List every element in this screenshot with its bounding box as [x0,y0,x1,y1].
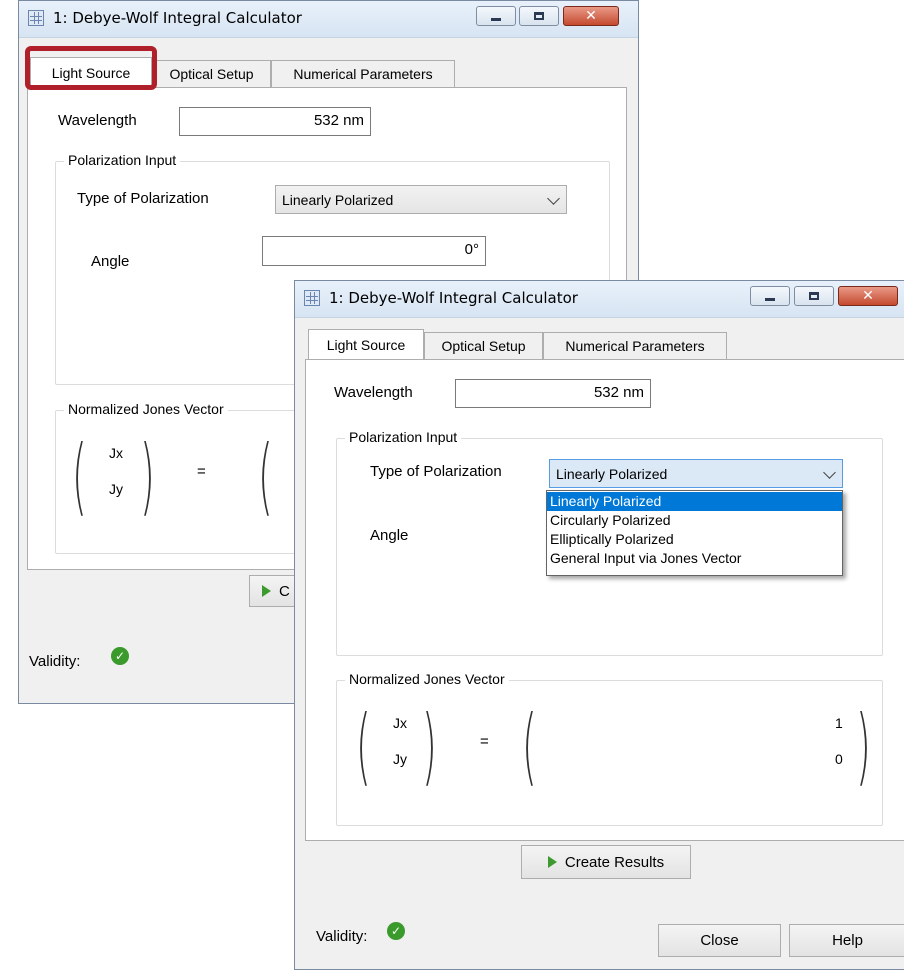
check-circle-icon: ✓ [111,647,129,665]
polarization-type-label: Type of Polarization [370,463,502,480]
maximize-button[interactable] [794,286,834,306]
value-right-paren: ) [856,697,871,795]
tab-numerical-parameters[interactable]: Numerical Parameters [271,60,455,87]
jx-label: Jx [393,715,407,731]
close-icon: ✕ [862,288,874,304]
jy-value: 0 [835,751,843,767]
play-icon [547,856,557,868]
wavelength-field[interactable]: 532 nm [179,107,371,136]
back-window-title: 1: Debye-Wolf Integral Calculator [53,9,302,27]
create-button-label: Create Results [564,853,665,871]
jones-group-label: Normalized Jones Vector [345,671,509,687]
left-paren: ( [72,427,87,525]
close-window-button[interactable]: ✕ [838,286,898,306]
calculator-icon [28,10,44,26]
polarization-group-label: Polarization Input [345,429,462,445]
close-button[interactable]: Close [658,924,781,957]
jx-value: 1 [835,715,843,731]
maximize-icon [809,292,819,300]
minimize-icon [765,297,775,301]
wavelength-label: Wavelength [58,112,137,129]
tab-optical-setup[interactable]: Optical Setup [424,332,543,359]
jones-group-label: Normalized Jones Vector [64,401,228,417]
chevron-down-icon [823,466,836,479]
wavelength-field[interactable]: 532 nm [455,379,651,408]
play-icon [262,585,271,597]
value-left-paren: ( [522,697,537,795]
jy-label: Jy [109,481,123,497]
minimize-button[interactable] [476,6,516,26]
polarization-type-select[interactable]: Linearly Polarized [275,185,567,214]
close-icon: ✕ [585,8,597,24]
front-window: 1: Debye-Wolf Integral Calculator ✕ Ligh… [294,280,904,970]
check-circle-icon: ✓ [387,922,405,940]
validity-label: Validity: [316,928,368,945]
left-paren: ( [356,697,371,795]
polarization-type-label: Type of Polarization [77,190,209,207]
equals-sign: = [480,733,489,750]
tab-numerical-parameters[interactable]: Numerical Parameters [543,332,727,359]
value-left-paren: ( [258,427,273,525]
calculator-icon [304,290,320,306]
angle-label: Angle [91,253,130,270]
chevron-down-icon [547,192,560,205]
dropdown-option-circular[interactable]: Circularly Polarized [547,511,842,530]
front-window-title: 1: Debye-Wolf Integral Calculator [329,289,578,307]
angle-label: Angle [370,527,409,544]
create-button-label: C [279,582,290,600]
polarization-type-value: Linearly Polarized [556,465,668,482]
wavelength-label: Wavelength [334,384,413,401]
jones-vector-group: Normalized Jones Vector ( Jx Jy ) = ( 1 … [336,671,883,826]
back-titlebar[interactable]: 1: Debye-Wolf Integral Calculator ✕ [19,1,638,38]
front-titlebar[interactable]: 1: Debye-Wolf Integral Calculator ✕ [295,281,904,318]
maximize-button[interactable] [519,6,559,26]
close-window-button[interactable]: ✕ [563,6,619,26]
polarization-dropdown-list[interactable]: Linearly Polarized Circularly Polarized … [546,490,843,576]
angle-field[interactable]: 0° [262,236,486,266]
minimize-button[interactable] [750,286,790,306]
front-tab-panel: Wavelength 532 nm Polarization Input Typ… [305,359,904,841]
right-paren: ) [422,697,437,795]
maximize-icon [534,12,544,20]
tab-highlight [25,46,157,90]
tab-light-source[interactable]: Light Source [308,329,424,359]
polarization-type-select[interactable]: Linearly Polarized [549,459,843,488]
jy-label: Jy [393,751,407,767]
polarization-group-label: Polarization Input [64,152,181,168]
validity-label: Validity: [29,653,81,670]
tab-optical-setup[interactable]: Optical Setup [152,60,271,87]
equals-sign: = [197,463,206,480]
dropdown-option-linear[interactable]: Linearly Polarized [547,492,842,511]
minimize-icon [491,17,501,21]
help-button[interactable]: Help [789,924,904,957]
jx-label: Jx [109,445,123,461]
polarization-type-value: Linearly Polarized [282,191,394,208]
create-results-button[interactable]: Create Results [521,845,691,879]
dropdown-option-jones[interactable]: General Input via Jones Vector [547,549,842,568]
dropdown-option-elliptical[interactable]: Elliptically Polarized [547,530,842,549]
right-paren: ) [140,427,155,525]
